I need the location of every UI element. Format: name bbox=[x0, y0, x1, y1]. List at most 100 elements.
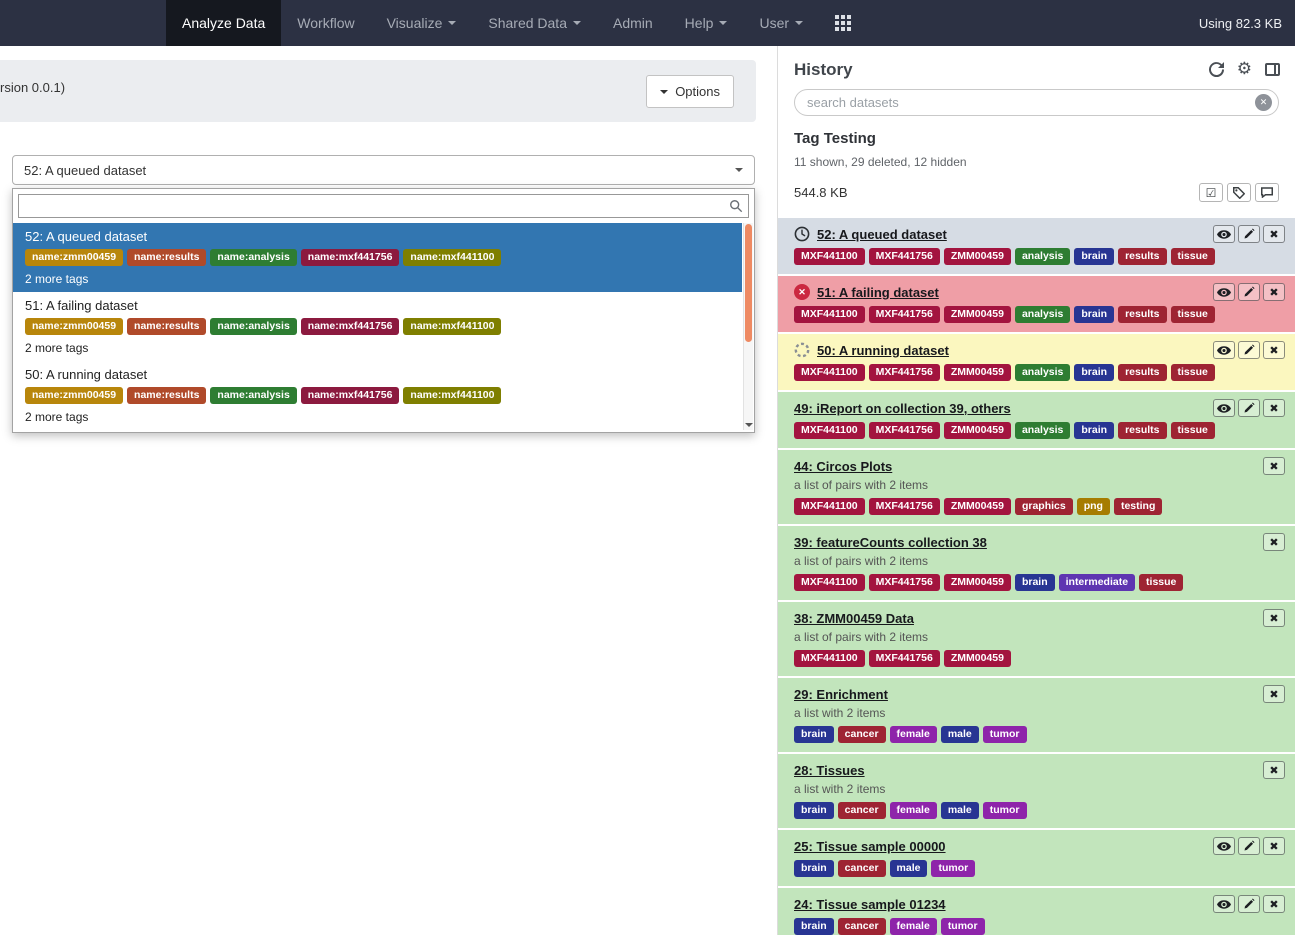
tag[interactable]: ZMM00459 bbox=[943, 422, 1011, 439]
tag[interactable]: tissue bbox=[1170, 422, 1215, 439]
nav-help[interactable]: Help bbox=[669, 0, 744, 46]
tag[interactable]: brain bbox=[794, 726, 834, 743]
edit-pencil-button[interactable] bbox=[1238, 895, 1260, 913]
tag[interactable]: tissue bbox=[1139, 574, 1184, 591]
collection-title-link[interactable]: 29: Enrichment bbox=[794, 687, 888, 702]
dataset-title-link[interactable]: 50: A running dataset bbox=[817, 343, 949, 358]
tag[interactable]: MXF441100 bbox=[794, 650, 865, 667]
display-eye-button[interactable] bbox=[1213, 283, 1235, 301]
tag[interactable]: results bbox=[1118, 306, 1167, 323]
collection-title-link[interactable]: 44: Circos Plots bbox=[794, 459, 892, 474]
tag[interactable]: intermediate bbox=[1058, 574, 1136, 591]
options-button[interactable]: Options bbox=[646, 75, 734, 108]
tag[interactable]: analysis bbox=[1014, 248, 1071, 265]
tag[interactable]: MXF441100 bbox=[794, 306, 865, 323]
tag[interactable]: ZMM00459 bbox=[943, 306, 1011, 323]
tag[interactable]: ZMM00459 bbox=[943, 650, 1011, 667]
tag[interactable]: tissue bbox=[1170, 248, 1215, 265]
dataset-title-link[interactable]: 24: Tissue sample 01234 bbox=[794, 897, 946, 912]
dataset-select[interactable]: 52: A queued dataset bbox=[12, 155, 755, 185]
tag[interactable]: results bbox=[1118, 364, 1167, 381]
nav-user[interactable]: User bbox=[743, 0, 819, 46]
history-item[interactable]: 44: Circos Plots a list of pairs with 2 … bbox=[778, 450, 1295, 524]
tag[interactable]: MXF441756 bbox=[868, 498, 940, 515]
edit-pencil-button[interactable] bbox=[1238, 837, 1260, 855]
history-item[interactable]: 28: Tissues a list with 2 items brain ca… bbox=[778, 754, 1295, 828]
history-item[interactable]: 52: A queued dataset MXF441100 MXF441756… bbox=[778, 218, 1295, 274]
tag[interactable]: male bbox=[889, 860, 928, 877]
tag[interactable]: male bbox=[940, 802, 979, 819]
collection-title-link[interactable]: 39: featureCounts collection 38 bbox=[794, 535, 987, 550]
tag[interactable]: cancer bbox=[837, 918, 886, 935]
display-eye-button[interactable] bbox=[1213, 399, 1235, 417]
tag[interactable]: female bbox=[889, 802, 937, 819]
nav-analyze-data[interactable]: Analyze Data bbox=[166, 0, 282, 46]
display-eye-button[interactable] bbox=[1213, 837, 1235, 855]
dropdown-option-52[interactable]: 52: A queued dataset name:zmm00459 name:… bbox=[13, 223, 742, 292]
tag[interactable]: brain bbox=[1074, 248, 1115, 265]
display-eye-button[interactable] bbox=[1213, 895, 1235, 913]
edit-pencil-button[interactable] bbox=[1238, 399, 1260, 417]
tag[interactable]: tumor bbox=[982, 802, 1027, 819]
refresh-icon[interactable] bbox=[1208, 61, 1224, 77]
history-name[interactable]: Tag Testing bbox=[794, 130, 1279, 147]
tag[interactable]: MXF441756 bbox=[868, 248, 940, 265]
delete-x-button[interactable]: ✖ bbox=[1263, 225, 1285, 243]
tag[interactable]: cancer bbox=[837, 860, 886, 877]
history-item[interactable]: 49: iReport on collection 39, others MXF… bbox=[778, 392, 1295, 448]
edit-pencil-button[interactable] bbox=[1238, 341, 1260, 359]
tag[interactable]: MXF441100 bbox=[794, 422, 865, 439]
dataset-title-link[interactable]: 51: A failing dataset bbox=[817, 285, 939, 300]
tag[interactable]: ZMM00459 bbox=[943, 498, 1011, 515]
tag[interactable]: ZMM00459 bbox=[943, 364, 1011, 381]
delete-x-button[interactable]: ✖ bbox=[1263, 761, 1285, 779]
tag[interactable]: cancer bbox=[837, 726, 886, 743]
scrollbar-thumb[interactable] bbox=[745, 224, 752, 342]
tag[interactable]: MXF441756 bbox=[868, 306, 940, 323]
dropdown-option-50[interactable]: 50: A running dataset name:zmm00459 name… bbox=[13, 361, 742, 430]
tag[interactable]: MXF441100 bbox=[794, 498, 865, 515]
tag[interactable]: tissue bbox=[1170, 306, 1215, 323]
history-item[interactable]: 50: A running dataset MXF441100 MXF44175… bbox=[778, 334, 1295, 390]
display-eye-button[interactable] bbox=[1213, 225, 1235, 243]
tag[interactable]: results bbox=[1118, 248, 1167, 265]
history-item[interactable]: 25: Tissue sample 00000 brain cancer mal… bbox=[778, 830, 1295, 886]
nav-admin[interactable]: Admin bbox=[597, 0, 669, 46]
nav-shared-data[interactable]: Shared Data bbox=[472, 0, 597, 46]
annotation-button[interactable] bbox=[1255, 183, 1279, 202]
dataset-title-link[interactable]: 49: iReport on collection 39, others bbox=[794, 401, 1011, 416]
tag[interactable]: MXF441756 bbox=[868, 364, 940, 381]
tag[interactable]: brain bbox=[1074, 306, 1115, 323]
tag[interactable]: tissue bbox=[1170, 364, 1215, 381]
tag[interactable]: brain bbox=[794, 918, 834, 935]
tag[interactable]: MXF441756 bbox=[868, 574, 940, 591]
gear-icon[interactable]: ⚙ bbox=[1237, 60, 1252, 77]
tag[interactable]: brain bbox=[1074, 364, 1115, 381]
tag[interactable]: results bbox=[1118, 422, 1167, 439]
tag[interactable]: graphics bbox=[1014, 498, 1073, 515]
tag[interactable]: ZMM00459 bbox=[943, 248, 1011, 265]
select-datasets-button[interactable]: ☑ bbox=[1199, 183, 1223, 202]
tag[interactable]: analysis bbox=[1014, 306, 1071, 323]
nav-visualize[interactable]: Visualize bbox=[371, 0, 473, 46]
dataset-title-link[interactable]: 52: A queued dataset bbox=[817, 227, 947, 242]
tag[interactable]: brain bbox=[1074, 422, 1115, 439]
panel-columns-icon[interactable] bbox=[1265, 62, 1280, 76]
history-item[interactable]: 39: featureCounts collection 38 a list o… bbox=[778, 526, 1295, 600]
delete-x-button[interactable]: ✖ bbox=[1263, 341, 1285, 359]
history-item[interactable]: 24: Tissue sample 01234 brain cancer fem… bbox=[778, 888, 1295, 935]
tag[interactable]: female bbox=[889, 726, 937, 743]
tag[interactable]: png bbox=[1076, 498, 1110, 515]
display-eye-button[interactable] bbox=[1213, 341, 1235, 359]
history-item[interactable]: 29: Enrichment a list with 2 items brain… bbox=[778, 678, 1295, 752]
tag[interactable]: testing bbox=[1113, 498, 1163, 515]
dataset-title-link[interactable]: 25: Tissue sample 00000 bbox=[794, 839, 946, 854]
tag[interactable]: tumor bbox=[931, 860, 976, 877]
tag[interactable]: MXF441756 bbox=[868, 422, 940, 439]
tag-button[interactable] bbox=[1227, 183, 1251, 202]
dropdown-option-51[interactable]: 51: A failing dataset name:zmm00459 name… bbox=[13, 292, 742, 361]
tag[interactable]: MXF441100 bbox=[794, 248, 865, 265]
tag[interactable]: tumor bbox=[982, 726, 1027, 743]
tag[interactable]: MXF441100 bbox=[794, 574, 865, 591]
tag[interactable]: tumor bbox=[940, 918, 985, 935]
